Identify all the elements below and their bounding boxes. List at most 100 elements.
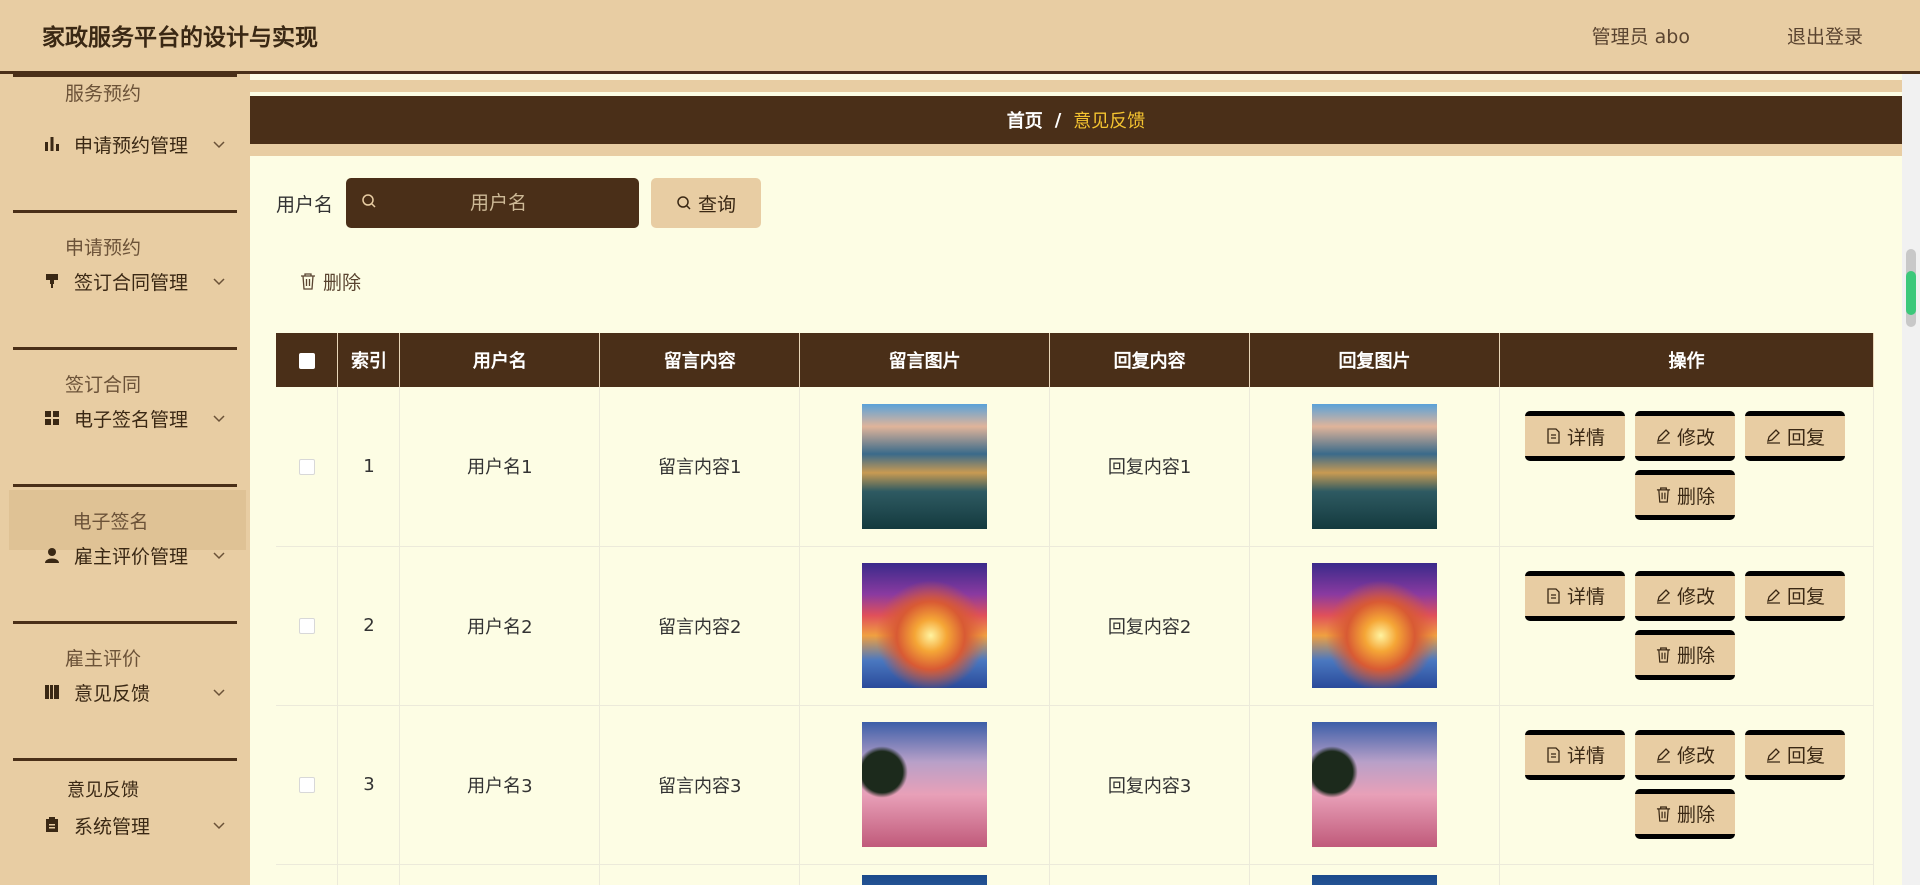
sidebar-menu-feedback[interactable]: 意见反馈 xyxy=(0,668,250,716)
column-header: 操作 xyxy=(1499,333,1875,387)
reply-button[interactable]: 回复 xyxy=(1745,570,1846,621)
sidebar-menu-label: 意见反馈 xyxy=(74,682,151,705)
search-input[interactable] xyxy=(377,192,620,214)
chevron-down-icon xyxy=(212,682,226,704)
table-row: 1 用户名1 留言内容1 回复内容1 详情 修改 回复 删除 xyxy=(276,387,1875,547)
cell-username: 用户名1 xyxy=(399,387,601,547)
reply-image[interactable] xyxy=(1311,563,1437,688)
header-bar: 家政服务平台的设计与实现 管理员 abo 退出登录 xyxy=(0,0,1920,74)
table-row: 2 用户名2 留言内容2 回复内容2 详情 修改 回复 删除 xyxy=(276,546,1875,706)
edit-label: 修改 xyxy=(1676,426,1715,449)
reply-image[interactable] xyxy=(1311,403,1437,529)
cell-message: 留言内容1 xyxy=(599,387,801,547)
detail-label: 详情 xyxy=(1566,586,1605,608)
page-scrollbar[interactable] xyxy=(1902,74,1920,885)
divider xyxy=(13,74,237,77)
edit-label: 修改 xyxy=(1676,586,1715,608)
detail-label: 详情 xyxy=(1566,745,1605,767)
cell-message: 留言内容3 xyxy=(599,705,801,865)
batch-delete-button[interactable]: 删除 xyxy=(300,266,361,296)
sidebar-menu-esign[interactable]: 电子签名管理 xyxy=(0,394,250,442)
delete-label: 删除 xyxy=(1676,645,1715,667)
reply-image[interactable] xyxy=(1311,722,1437,847)
message-image[interactable] xyxy=(862,563,988,688)
edit-button[interactable]: 修改 xyxy=(1635,411,1736,461)
chevron-down-icon xyxy=(212,815,226,837)
reply-label: 回复 xyxy=(1786,426,1825,449)
scrollbar-thumb[interactable] xyxy=(1906,249,1916,327)
search-label: 用户名 xyxy=(276,194,334,216)
message-image[interactable] xyxy=(862,722,988,847)
breadcrumb: 首页 / 意见反馈 xyxy=(250,96,1902,156)
breadcrumb-separator: / xyxy=(1054,109,1062,131)
reply-image[interactable] xyxy=(1311,874,1437,885)
trash-icon xyxy=(301,272,315,290)
top-accent-bar xyxy=(250,80,1902,92)
pencil-icon xyxy=(1656,747,1670,763)
delete-button[interactable]: 删除 xyxy=(1635,788,1736,839)
app-title: 家政服务平台的设计与实现 xyxy=(42,25,318,51)
sidebar-item-label: 签订合同 xyxy=(64,373,141,396)
cell-username: 用户名3 xyxy=(399,705,601,865)
edit-button[interactable]: 修改 xyxy=(1635,729,1736,780)
divider xyxy=(13,621,237,624)
sidebar-menu-employer-review[interactable]: 雇主评价管理 xyxy=(0,531,250,579)
reply-button[interactable]: 回复 xyxy=(1745,411,1846,461)
sidebar-item-service-booking[interactable]: 服务预约 xyxy=(0,74,250,122)
table-row xyxy=(276,864,1875,885)
detail-button[interactable]: 详情 xyxy=(1525,570,1626,621)
cell-message: 留言内容2 xyxy=(599,546,801,706)
sidebar-menu-label: 电子签名管理 xyxy=(74,408,189,431)
column-header: 用户名 xyxy=(399,333,601,387)
trash-icon xyxy=(1656,487,1671,503)
sidebar-menu-label: 签订合同管理 xyxy=(74,271,189,294)
cell-reply: 回复内容2 xyxy=(1049,546,1251,706)
grid-icon xyxy=(40,410,64,426)
search-icon xyxy=(677,196,691,210)
table-header-row: 索引 用户名 留言内容 留言图片 回复内容 回复图片 操作 xyxy=(276,333,1875,387)
cell-index: 1 xyxy=(337,387,401,547)
message-image[interactable] xyxy=(862,874,988,885)
chevron-down-icon xyxy=(212,134,226,156)
column-header: 回复内容 xyxy=(1049,333,1251,387)
detail-label: 详情 xyxy=(1566,426,1605,449)
header-select-all[interactable] xyxy=(276,333,339,387)
edit-button[interactable]: 修改 xyxy=(1635,570,1736,621)
cell-reply: 回复内容3 xyxy=(1049,705,1251,865)
sidebar-menu-contract[interactable]: 签订合同管理 xyxy=(0,257,250,305)
breadcrumb-current: 意见反馈 xyxy=(1073,111,1146,132)
query-button-label: 查询 xyxy=(697,193,736,216)
row-checkbox[interactable] xyxy=(298,458,315,475)
select-all-checkbox[interactable] xyxy=(298,352,315,369)
sidebar-menu-system[interactable]: 系统管理 xyxy=(0,801,250,849)
column-header: 留言内容 xyxy=(599,333,801,387)
trash-icon xyxy=(1656,805,1671,822)
query-button[interactable]: 查询 xyxy=(651,178,761,228)
breadcrumb-home[interactable]: 首页 xyxy=(1007,107,1043,133)
reply-label: 回复 xyxy=(1786,745,1825,767)
clipboard-icon xyxy=(40,817,64,833)
delete-label: 删除 xyxy=(1676,804,1715,826)
chevron-down-icon xyxy=(212,408,226,430)
search-field[interactable] xyxy=(346,178,639,228)
sidebar-menu-booking-apply[interactable]: 申请预约管理 xyxy=(0,120,250,168)
pencil-icon xyxy=(1766,588,1780,604)
document-icon xyxy=(1547,428,1560,444)
edit-label: 修改 xyxy=(1676,745,1715,767)
delete-button[interactable]: 删除 xyxy=(1635,470,1736,520)
logout-link[interactable]: 退出登录 xyxy=(1787,22,1863,49)
bar-chart-icon xyxy=(40,136,64,152)
reply-button[interactable]: 回复 xyxy=(1745,729,1846,780)
detail-button[interactable]: 详情 xyxy=(1525,411,1626,461)
row-checkbox[interactable] xyxy=(298,618,315,634)
delete-label: 删除 xyxy=(1676,485,1715,508)
reply-label: 回复 xyxy=(1786,586,1825,608)
delete-button[interactable]: 删除 xyxy=(1635,629,1736,680)
detail-button[interactable]: 详情 xyxy=(1525,729,1626,780)
row-checkbox[interactable] xyxy=(298,777,315,793)
pencil-icon xyxy=(1656,588,1670,604)
sidebar-item-label: 电子签名 xyxy=(72,510,149,533)
cell-index: 2 xyxy=(337,546,401,706)
sidebar-item-label: 雇主评价 xyxy=(64,647,141,670)
message-image[interactable] xyxy=(862,403,988,529)
